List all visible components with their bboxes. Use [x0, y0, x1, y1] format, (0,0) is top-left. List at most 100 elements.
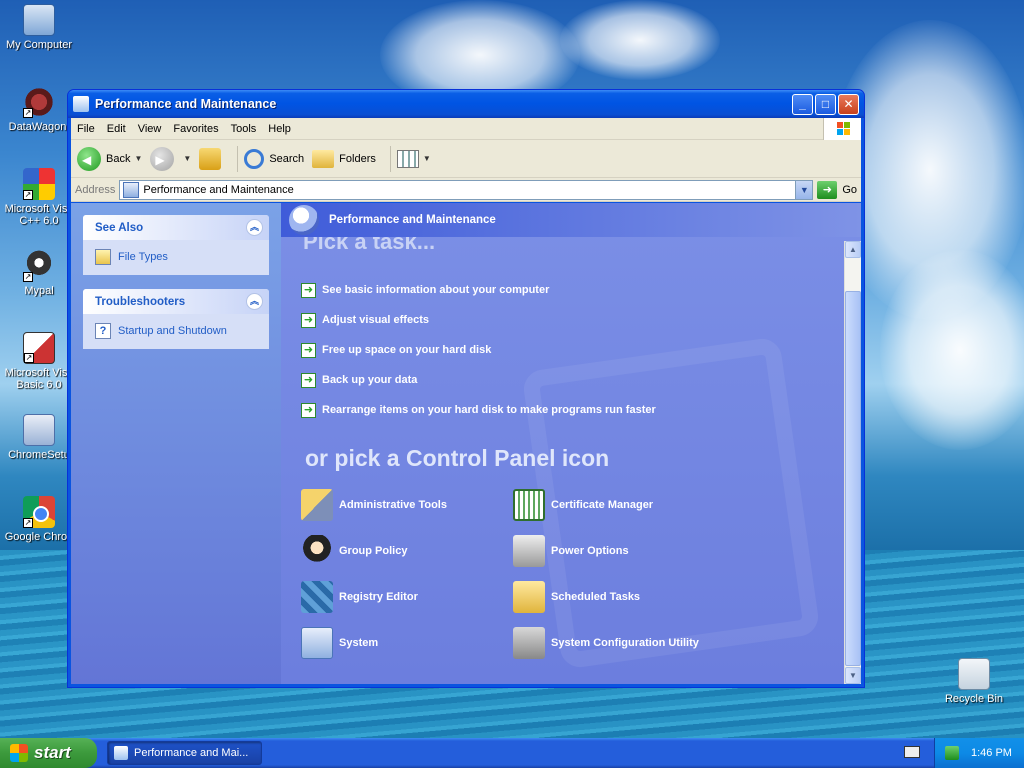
- address-input[interactable]: Performance and Maintenance ▼: [119, 179, 814, 200]
- cloud: [560, 0, 720, 80]
- control-panel-icon: [114, 746, 128, 760]
- visual-cpp-icon: ↗: [23, 168, 55, 200]
- folder-up-icon: [199, 147, 222, 170]
- minimize-button[interactable]: _: [792, 93, 813, 115]
- chevron-down-icon[interactable]: ▼: [134, 154, 142, 163]
- control-panel-icons: Administrative Tools Certificate Manager…: [301, 489, 771, 659]
- vertical-scrollbar[interactable]: ▲ ▼: [844, 241, 861, 684]
- menu-file[interactable]: File: [71, 123, 101, 135]
- see-also-panel: See Also ︽ File Types: [83, 215, 269, 275]
- link-startup-shutdown[interactable]: ? Startup and Shutdown: [95, 323, 257, 339]
- back-arrow-icon: ◀: [77, 146, 101, 171]
- menu-favorites[interactable]: Favorites: [167, 123, 224, 135]
- search-button[interactable]: Search: [244, 148, 305, 169]
- scroll-down-button[interactable]: ▼: [845, 667, 861, 684]
- task-free-up-space[interactable]: ➜ Free up space on your hard disk: [301, 335, 656, 365]
- taskbar-item-performance[interactable]: Performance and Mai...: [107, 741, 262, 765]
- search-label: Search: [269, 152, 305, 165]
- scroll-thumb[interactable]: [845, 291, 861, 666]
- task-see-basic-info[interactable]: ➜ See basic information about your compu…: [301, 275, 656, 305]
- cp-item-power-options[interactable]: Power Options: [513, 535, 725, 567]
- address-value: Performance and Maintenance: [143, 183, 294, 196]
- task-label: Rearrange items on your hard disk to mak…: [322, 404, 656, 416]
- cp-item-group-policy[interactable]: Group Policy: [301, 535, 513, 567]
- menu-tools[interactable]: Tools: [225, 123, 263, 135]
- collapse-icon[interactable]: ︽: [246, 219, 263, 236]
- troubleshooters-panel: Troubleshooters ︽ ? Startup and Shutdown: [83, 289, 269, 349]
- menu-bar: File Edit View Favorites Tools Help: [71, 118, 861, 140]
- taskbar-item-label: Performance and Mai...: [134, 747, 249, 759]
- desktop-icon-label: Recycle Bin: [944, 693, 1004, 705]
- windows-logo-icon: [10, 744, 28, 762]
- close-button[interactable]: ✕: [838, 93, 859, 115]
- keyboard-icon[interactable]: [904, 746, 920, 758]
- task-list: ➜ See basic information about your compu…: [301, 275, 656, 425]
- task-back-up-data[interactable]: ➜ Back up your data: [301, 365, 656, 395]
- taskbar: start Performance and Mai... 1:46 PM: [0, 738, 1024, 768]
- up-button[interactable]: [199, 147, 223, 170]
- cp-item-registry-editor[interactable]: Registry Editor: [301, 581, 513, 613]
- scroll-up-button[interactable]: ▲: [845, 241, 861, 258]
- task-rearrange-items[interactable]: ➜ Rearrange items on your hard disk to m…: [301, 395, 656, 425]
- cp-item-label: Registry Editor: [339, 591, 418, 603]
- go-button[interactable]: ➜ Go: [817, 180, 857, 199]
- see-also-header[interactable]: See Also ︽: [83, 215, 269, 240]
- chevron-down-icon[interactable]: ▼: [795, 180, 813, 199]
- troubleshooters-header[interactable]: Troubleshooters ︽: [83, 289, 269, 314]
- cp-item-system-configuration-utility[interactable]: System Configuration Utility: [513, 627, 725, 659]
- green-arrow-icon: ➜: [301, 282, 316, 298]
- forward-button[interactable]: ▶ ▼: [150, 146, 191, 171]
- link-label: Startup and Shutdown: [118, 325, 227, 337]
- help-icon: ?: [95, 323, 111, 339]
- chevron-down-icon: ▼: [422, 154, 431, 163]
- forward-arrow-icon: ▶: [150, 146, 175, 171]
- system-configuration-icon: [513, 627, 545, 659]
- installer-icon: [23, 414, 55, 446]
- chevron-down-icon[interactable]: ▼: [183, 154, 191, 163]
- link-label: File Types: [118, 251, 168, 263]
- task-label: See basic information about your compute…: [322, 284, 550, 296]
- cp-item-administrative-tools[interactable]: Administrative Tools: [301, 489, 513, 521]
- safely-remove-hardware-icon[interactable]: [945, 746, 959, 760]
- start-button[interactable]: start: [0, 738, 97, 768]
- link-file-types[interactable]: File Types: [95, 249, 257, 265]
- task-adjust-visual-effects[interactable]: ➜ Adjust visual effects: [301, 305, 656, 335]
- cp-item-label: Power Options: [551, 545, 629, 557]
- menu-edit[interactable]: Edit: [101, 123, 132, 135]
- collapse-icon[interactable]: ︽: [246, 293, 263, 310]
- cp-item-label: Scheduled Tasks: [551, 591, 641, 603]
- address-bar: Address Performance and Maintenance ▼ ➜ …: [71, 178, 861, 202]
- control-panel-icon: [73, 96, 89, 112]
- cp-item-label: System: [339, 637, 379, 649]
- system-icon: [301, 627, 333, 659]
- cp-item-certificate-manager[interactable]: Certificate Manager: [513, 489, 725, 521]
- green-arrow-icon: ➜: [301, 312, 316, 328]
- desktop-icon-recycle-bin[interactable]: Recycle Bin: [935, 658, 1013, 705]
- cp-item-scheduled-tasks[interactable]: Scheduled Tasks: [513, 581, 725, 613]
- group-policy-icon: [301, 535, 333, 567]
- task-label: Back up your data: [322, 374, 418, 386]
- title-bar[interactable]: Performance and Maintenance _ □ ✕: [68, 90, 864, 118]
- green-arrow-icon: ➜: [301, 372, 316, 388]
- toolbar-separator: [389, 145, 391, 172]
- menu-view[interactable]: View: [132, 123, 168, 135]
- cp-item-label: Group Policy: [339, 545, 408, 557]
- folders-icon: [312, 149, 335, 168]
- clock[interactable]: 1:46 PM: [971, 747, 1012, 759]
- menu-help[interactable]: Help: [262, 123, 297, 135]
- start-label: start: [34, 743, 71, 762]
- windows-logo-icon: [823, 118, 861, 140]
- control-panel-icon: [123, 181, 140, 198]
- maximize-button[interactable]: □: [815, 93, 836, 115]
- certificate-icon: [513, 489, 545, 521]
- performance-icon: [289, 205, 319, 235]
- folders-label: Folders: [339, 152, 376, 165]
- back-button[interactable]: ◀ Back ▼: [77, 146, 142, 171]
- cp-item-system[interactable]: System: [301, 627, 513, 659]
- main-pane: Pick a task... Performance and Maintenan…: [281, 203, 861, 684]
- desktop-icon-my-computer[interactable]: My Computer: [0, 4, 78, 51]
- folders-button[interactable]: Folders: [312, 149, 376, 168]
- recycle-bin-icon: [958, 658, 990, 690]
- views-button[interactable]: ▼: [396, 149, 431, 168]
- system-tray: 1:46 PM: [934, 738, 1024, 768]
